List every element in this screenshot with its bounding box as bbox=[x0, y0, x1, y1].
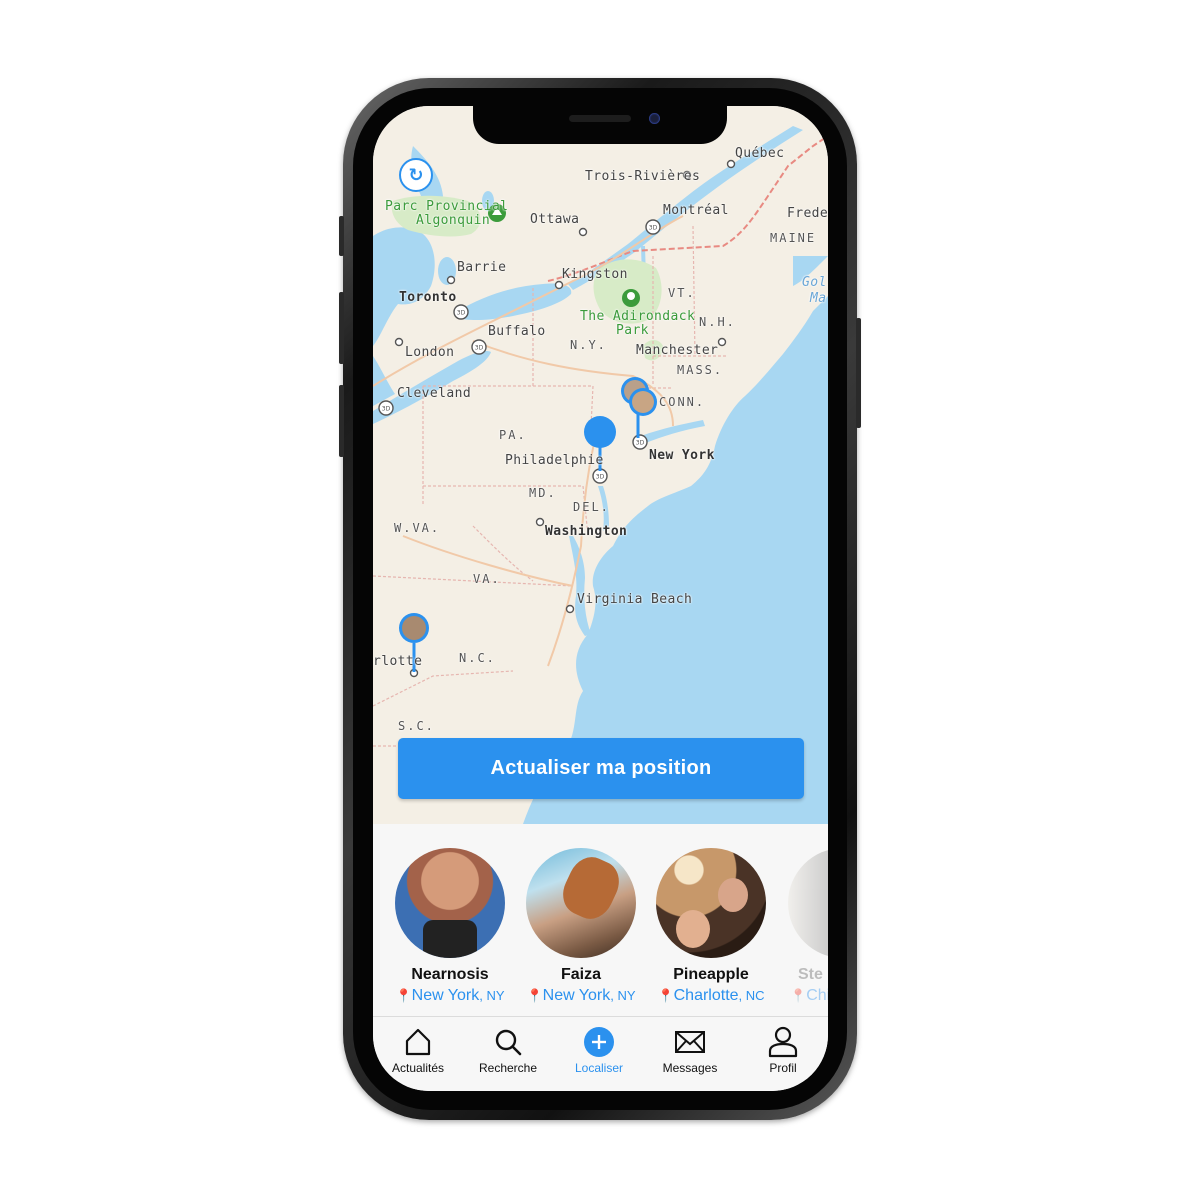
speaker bbox=[569, 115, 631, 122]
svg-text:3D: 3D bbox=[457, 310, 466, 317]
map-label-london: London bbox=[405, 345, 455, 360]
tab-localiser[interactable]: Localiser bbox=[554, 1025, 644, 1075]
svg-text:3D: 3D bbox=[596, 474, 605, 481]
avatar[interactable] bbox=[395, 848, 505, 958]
svg-text:3D: 3D bbox=[649, 225, 658, 232]
person-location: 📍New York, NY bbox=[395, 987, 505, 1004]
map-label-trois-rivieres: Trois-Rivières bbox=[585, 169, 701, 184]
tab-messages[interactable]: Messages bbox=[645, 1025, 735, 1075]
tab-bar: Actualités Recherche Localiser Messages … bbox=[373, 1016, 828, 1091]
map-label-quebec: Québec bbox=[735, 146, 785, 161]
person-location: 📍Charlotte, NC bbox=[657, 987, 765, 1004]
map-label-toronto: Toronto bbox=[399, 290, 457, 305]
map-label-ottawa: Ottawa bbox=[530, 212, 580, 227]
person-name: Ste bbox=[798, 966, 823, 983]
home-icon bbox=[401, 1025, 435, 1059]
map-label-nh: N.H. bbox=[699, 315, 736, 329]
map-label-philadelphia: Philadelphie bbox=[505, 453, 604, 468]
map-label-buffalo: Buffalo bbox=[488, 324, 546, 339]
person-card[interactable]: Pineapple 📍Charlotte, NC bbox=[646, 848, 776, 1005]
tab-profil[interactable]: Profil bbox=[738, 1025, 828, 1075]
map-label-conn: CONN. bbox=[659, 395, 706, 409]
tab-recherche[interactable]: Recherche bbox=[463, 1025, 553, 1075]
tab-label: Profil bbox=[769, 1061, 797, 1075]
person-name: Pineapple bbox=[673, 966, 749, 983]
map-label-barrie: Barrie bbox=[457, 260, 507, 275]
person-location: 📍New York, NY bbox=[526, 987, 636, 1004]
map-label-frede: Frede bbox=[787, 206, 828, 221]
tab-label: Recherche bbox=[478, 1061, 538, 1075]
map-label-md: MD. bbox=[529, 486, 557, 500]
map-label-sc: S.C. bbox=[398, 719, 435, 733]
map-label-charlotte: rlotte bbox=[373, 654, 423, 669]
map-label-parc-provincial: Parc Provincial bbox=[385, 199, 509, 214]
tab-label: Actualités bbox=[391, 1061, 445, 1075]
person-name: Nearnosis bbox=[411, 966, 489, 983]
power-button bbox=[856, 318, 861, 428]
location-pin-icon: 📍 bbox=[395, 988, 412, 1003]
person-name: Faiza bbox=[560, 966, 601, 983]
map-label-gulf: Gol bbox=[802, 275, 827, 290]
map-label-montreal: Montréal bbox=[663, 203, 729, 218]
map-label-maine: MAINE bbox=[770, 231, 817, 245]
tab-label: Messages bbox=[662, 1061, 718, 1075]
person-card[interactable]: Ste 📍Chi bbox=[778, 848, 828, 1005]
map-label-vt: VT. bbox=[668, 286, 696, 300]
map-label-new-york: New York bbox=[649, 448, 715, 463]
person-location: 📍Chi bbox=[790, 987, 828, 1004]
map-label-adirondack: The Adirondack bbox=[580, 309, 696, 324]
map-label-ny: N.Y. bbox=[570, 338, 607, 352]
person-card[interactable]: Nearnosis 📍New York, NY bbox=[385, 848, 515, 1005]
map-label-kingston: Kingston bbox=[562, 267, 628, 282]
map-label-gulf-2: Ma bbox=[810, 291, 827, 306]
location-pin-icon: 📍 bbox=[657, 988, 674, 1003]
envelope-icon bbox=[673, 1025, 707, 1059]
map-label-virginia-beach: Virginia Beach bbox=[577, 592, 693, 607]
tab-actualites[interactable]: Actualités bbox=[373, 1025, 463, 1075]
map-label-del: DEL. bbox=[573, 500, 610, 514]
map-label-cleveland: Cleveland bbox=[397, 386, 472, 401]
map-label-mass: MASS. bbox=[677, 363, 724, 377]
search-icon bbox=[491, 1025, 525, 1059]
tab-label: Localiser bbox=[574, 1061, 624, 1075]
avatar[interactable] bbox=[656, 848, 766, 958]
map-label-algonquin: Algonquin bbox=[416, 213, 491, 228]
location-pin-icon: 📍 bbox=[790, 988, 807, 1003]
mute-switch bbox=[339, 216, 344, 256]
notch bbox=[473, 106, 727, 144]
update-position-button[interactable]: Actualiser ma position bbox=[398, 738, 804, 799]
map-label-washington: Washington bbox=[545, 524, 628, 539]
map-label-va: VA. bbox=[473, 572, 501, 586]
refresh-icon: ↻ bbox=[408, 164, 424, 185]
svg-text:3D: 3D bbox=[636, 440, 645, 447]
add-circle-icon bbox=[582, 1025, 616, 1059]
map-label-wva: W.VA. bbox=[394, 521, 441, 535]
map-label-adirondack-park: Park bbox=[616, 323, 649, 338]
front-camera bbox=[649, 113, 660, 124]
map-view[interactable]: 3D 3D 3D 3D 3D 3D Québec Trois-Rivières … bbox=[373, 106, 828, 824]
map-label-pa: PA. bbox=[499, 428, 527, 442]
user-icon bbox=[766, 1025, 800, 1059]
person-card[interactable]: Faiza 📍New York, NY bbox=[516, 848, 646, 1005]
svg-text:3D: 3D bbox=[382, 406, 391, 413]
volume-down-button bbox=[339, 385, 344, 457]
volume-up-button bbox=[339, 292, 344, 364]
location-pin-icon: 📍 bbox=[526, 988, 543, 1003]
nearby-people-list[interactable]: Nearnosis 📍New York, NY Faiza 📍New York,… bbox=[373, 824, 828, 1016]
avatar[interactable] bbox=[526, 848, 636, 958]
map-label-manchester: Manchester bbox=[636, 343, 719, 358]
recenter-button[interactable]: ↻ bbox=[399, 158, 433, 192]
map-label-nc: N.C. bbox=[459, 651, 496, 665]
avatar[interactable] bbox=[788, 848, 828, 958]
svg-text:3D: 3D bbox=[475, 345, 484, 352]
app-screen: 3D 3D 3D 3D 3D 3D Québec Trois-Rivières … bbox=[373, 106, 828, 1091]
